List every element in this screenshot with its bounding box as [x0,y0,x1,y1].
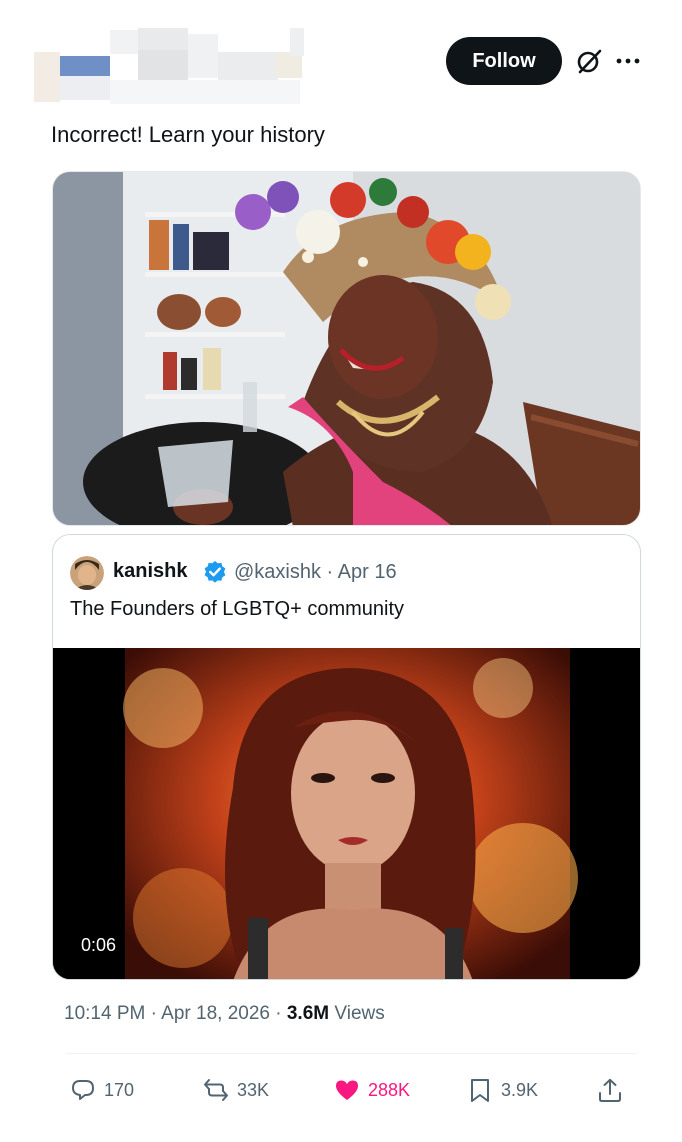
repost-count: 33K [237,1079,270,1100]
divider [66,1053,636,1054]
reply-button[interactable]: 170 [70,1074,134,1106]
tweet-timestamp[interactable]: 10:14 PM · Apr 18, 2026 · [64,1003,287,1024]
quote-text: The Founders of LGBTQ+ community [70,598,405,620]
verified-badge-icon [203,560,227,584]
quote-video[interactable]: 0:06 [53,648,640,979]
more-dots-icon[interactable] [614,46,642,76]
tweet-photo[interactable] [52,171,641,526]
quote-handle-date: @kaxishk · Apr 16 [234,561,397,583]
video-duration-badge: 0:06 [74,932,124,959]
avatar[interactable] [70,556,104,590]
quote-author-name[interactable]: kanishk [113,560,187,583]
grok-slash-icon[interactable] [574,46,604,76]
bookmark-count: 3.9K [501,1079,539,1100]
tweet-meta: 10:14 PM · Apr 18, 2026 · 3.6M Views [64,1003,385,1025]
views-label: Views [329,1003,385,1024]
views-count: 3.6M [286,1003,330,1024]
bookmark-icon [471,1079,489,1102]
quoted-tweet-card[interactable]: kanishk @kaxishk · Apr 16 The Founders o… [52,534,641,980]
like-button[interactable]: 288K [334,1074,410,1106]
follow-button[interactable]: Follow [446,37,562,85]
repost-button[interactable]: 33K [203,1074,269,1106]
bookmark-button[interactable]: 3.9K [467,1074,538,1106]
heart-filled-icon [336,1080,358,1100]
like-count: 288K [368,1079,411,1100]
reply-icon [72,1080,94,1100]
reply-count: 170 [104,1079,135,1100]
share-upload-icon [599,1078,621,1102]
author-info-blurred [32,26,304,106]
repost-icon [204,1079,228,1101]
share-button[interactable] [597,1074,623,1106]
tweet-text: Incorrect! Learn your history [51,122,325,147]
